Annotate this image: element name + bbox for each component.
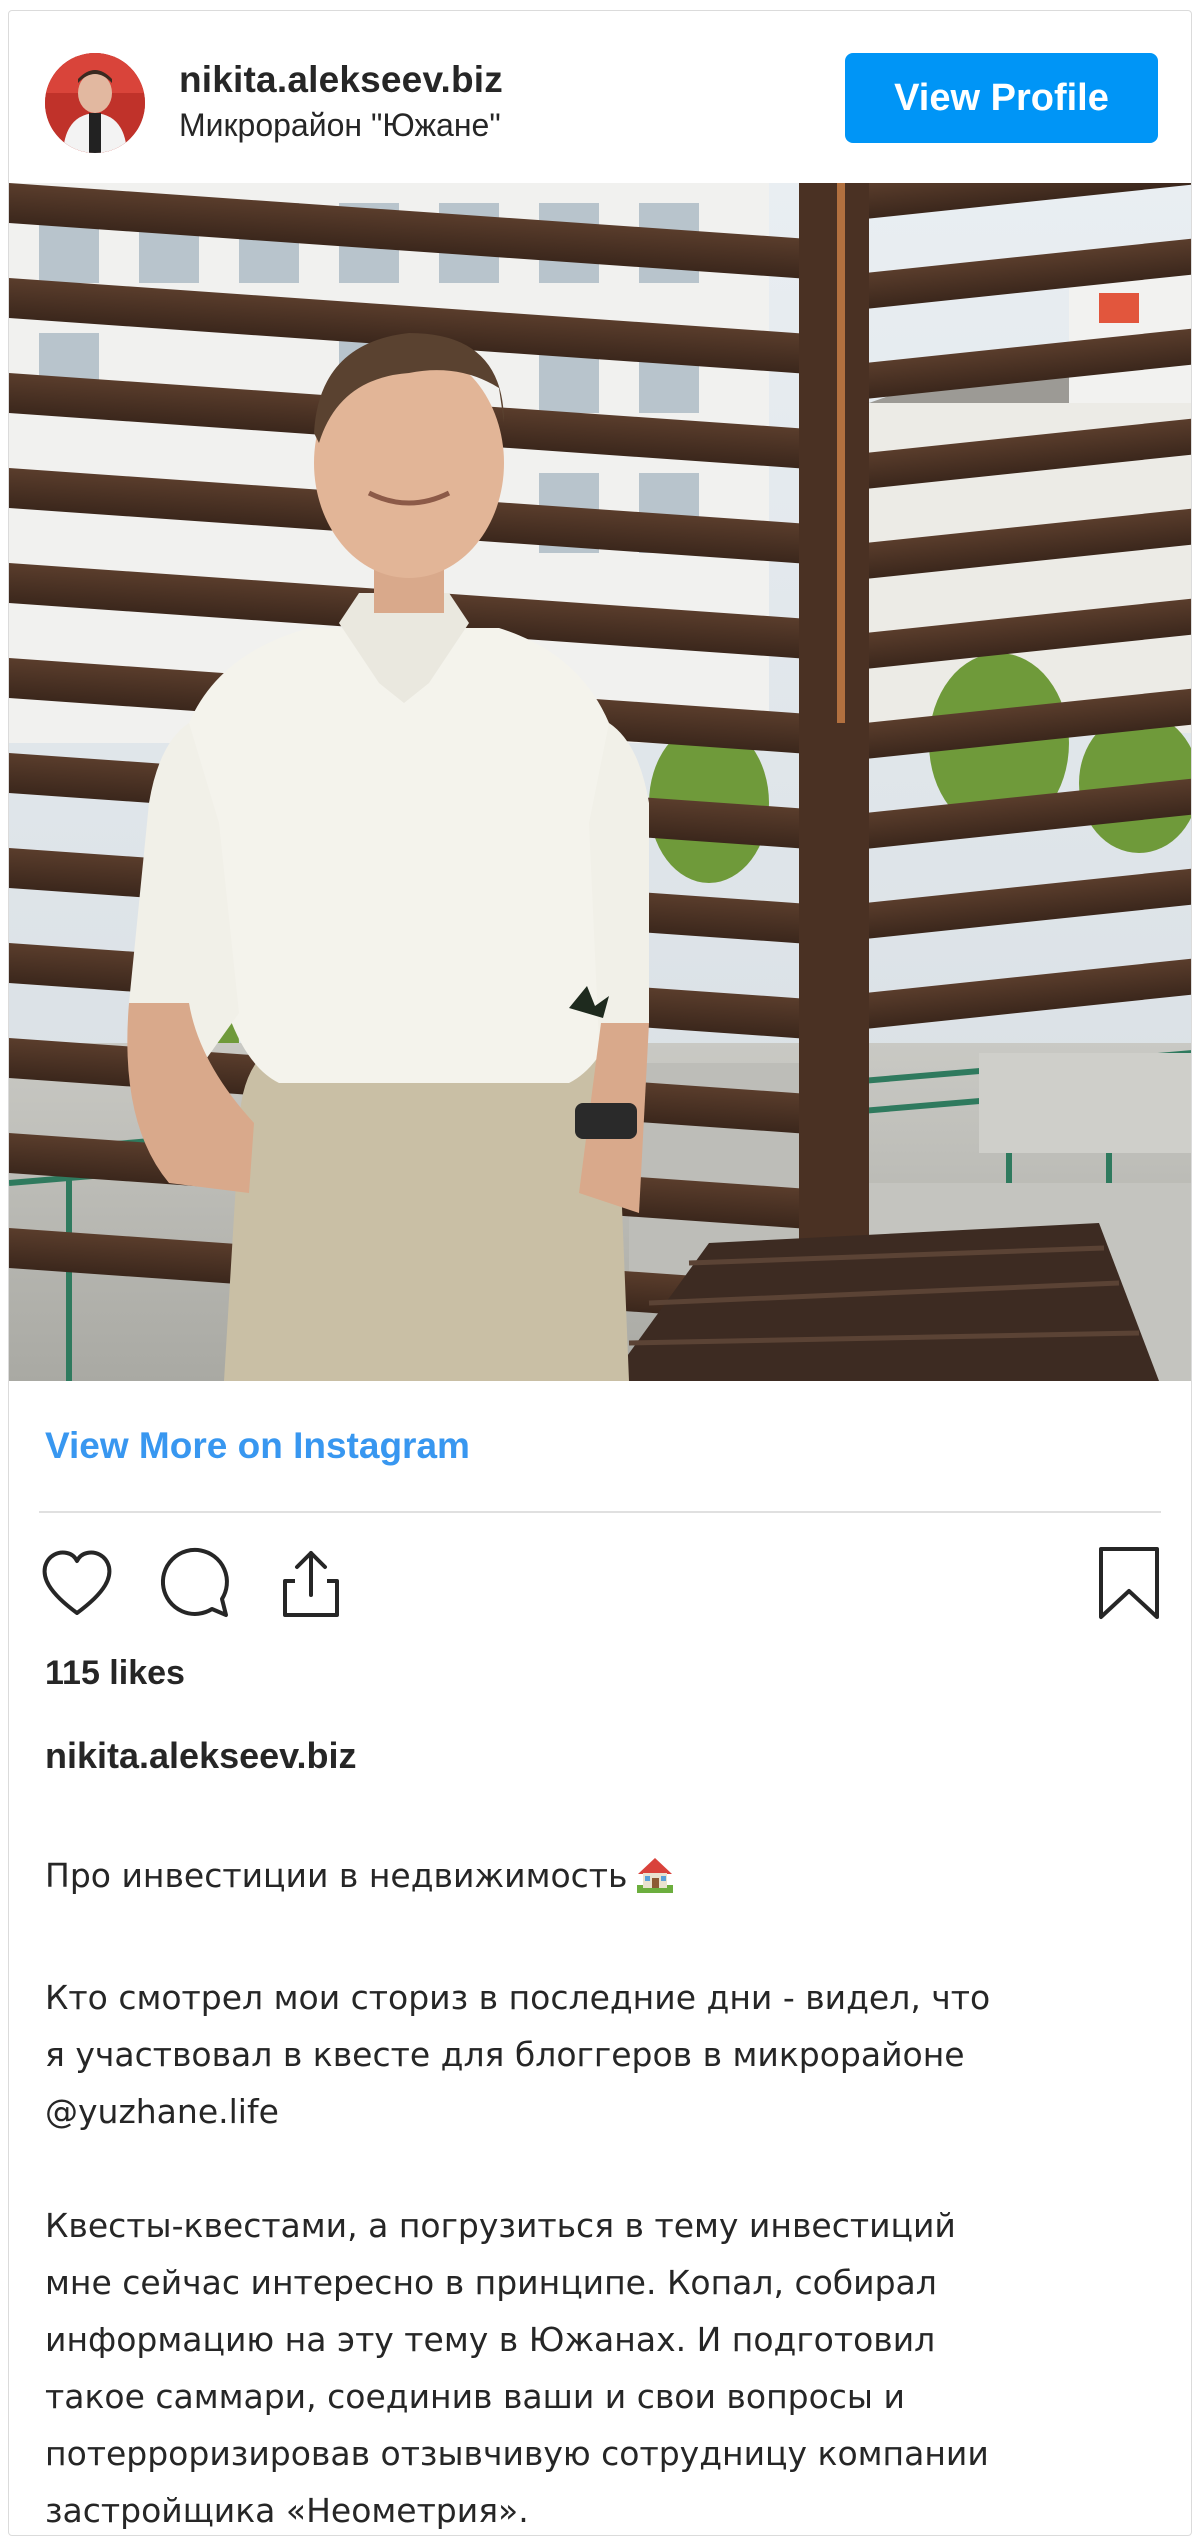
post-header: nikita.alekseev.biz Микрорайон "Южане" V… [9, 11, 1191, 183]
divider [39, 1511, 1161, 1513]
caption-username[interactable]: nikita.alekseev.biz [45, 1733, 357, 1779]
avatar[interactable] [45, 53, 145, 153]
caption-paragraph-2: Квесты-квестами, а погрузиться в тему ин… [45, 2197, 1155, 2535]
caption-line: такое саммари, соединив ваши и свои вопр… [45, 2377, 905, 2416]
caption-line: потерроризировав отзывчивую сотрудницу к… [45, 2434, 989, 2473]
user-block: nikita.alekseev.biz Микрорайон "Южане" [179, 57, 503, 147]
caption-line: я участвовал в квесте для блоггеров в ми… [45, 2035, 965, 2074]
header-location[interactable]: Микрорайон "Южане" [179, 103, 503, 147]
comment-icon[interactable] [154, 1543, 234, 1623]
action-bar [9, 1531, 1191, 1631]
post-photo[interactable] [9, 183, 1191, 1381]
caption-title: Про инвестиции в недвижимость [45, 1856, 628, 1895]
caption-paragraph-1: Кто смотрел мои сториз в последние дни -… [45, 1969, 1155, 2140]
caption-line: информацию на эту тему в Южанах. И подго… [45, 2320, 936, 2359]
instagram-embed-card: nikita.alekseev.biz Микрорайон "Южане" V… [8, 10, 1192, 2536]
caption-text: Про инвестиции в недвижимость Кто смотре… [45, 1847, 1155, 2535]
view-profile-button[interactable]: View Profile [845, 53, 1158, 143]
caption-line: Кто смотрел мои сториз в последние дни -… [45, 1978, 991, 2017]
likes-count[interactable]: 115 likes [45, 1651, 185, 1695]
share-icon[interactable] [271, 1543, 351, 1623]
caption-line: застройщика «Неометрия». [45, 2491, 529, 2530]
mention-link[interactable]: @yuzhane.life [45, 2092, 279, 2131]
caption-title-line: Про инвестиции в недвижимость [45, 1847, 1155, 1912]
caption-line: Квесты-квестами, а погрузиться в тему ин… [45, 2206, 956, 2245]
caption-line: мне сейчас интересно в принципе. Копал, … [45, 2263, 937, 2302]
bookmark-icon[interactable] [1089, 1543, 1169, 1623]
house-with-garden-icon [635, 1855, 675, 1912]
heart-icon[interactable] [37, 1543, 117, 1623]
header-username[interactable]: nikita.alekseev.biz [179, 57, 503, 103]
view-more-link[interactable]: View More on Instagram [45, 1421, 470, 1471]
